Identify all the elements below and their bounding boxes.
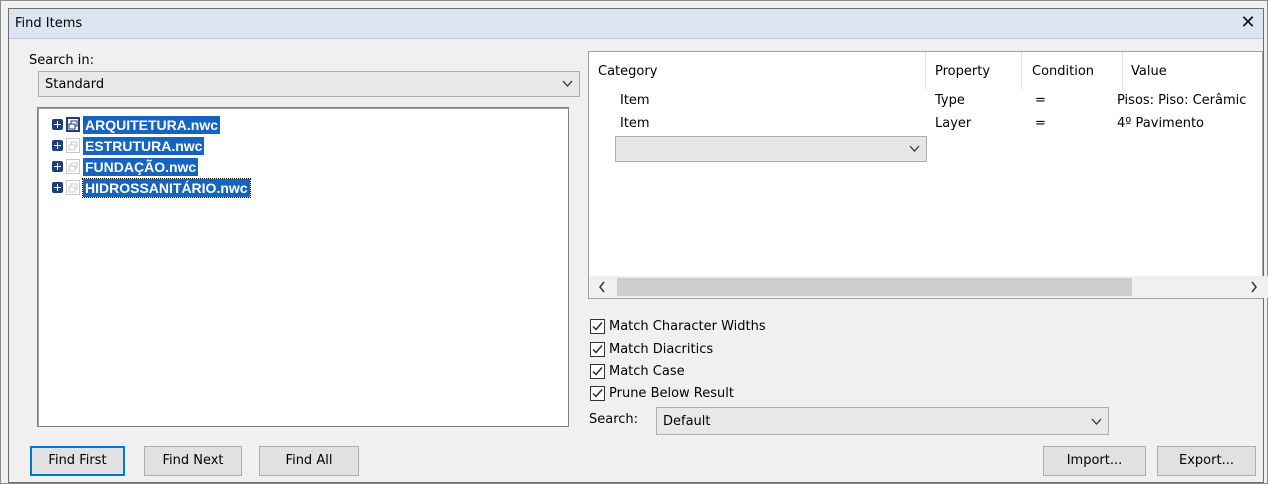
model-file-icon	[66, 138, 80, 153]
window-title: Find Items	[15, 16, 83, 31]
find-first-button[interactable]: Find First	[30, 446, 125, 476]
find-next-button[interactable]: Find Next	[144, 446, 242, 476]
match-diacritics-checkbox[interactable]	[590, 342, 605, 357]
column-header-condition[interactable]: Condition	[1032, 64, 1094, 79]
checkmark-icon	[592, 367, 603, 376]
row-condition[interactable]: =	[1035, 93, 1046, 108]
row-category[interactable]: Item	[620, 116, 650, 131]
tree-item-label[interactable]: HIDROSSANITÁRIO.nwc	[82, 178, 251, 198]
row-category[interactable]: Item	[620, 93, 650, 108]
horizontal-scrollbar[interactable]	[589, 276, 1268, 298]
find-items-window: Find Items ✕ Search in: Standard ARQUITE…	[0, 0, 1268, 484]
model-file-icon	[66, 159, 80, 174]
find-all-button[interactable]: Find All	[259, 446, 359, 476]
search-mode-label: Search:	[589, 412, 639, 427]
column-header-category[interactable]: Category	[598, 64, 657, 79]
chevron-down-icon	[909, 145, 920, 152]
tree-item-label[interactable]: ESTRUTURA.nwc	[83, 137, 205, 155]
expand-plus-icon[interactable]	[52, 119, 63, 130]
new-category-dropdown[interactable]	[615, 136, 927, 162]
close-icon: ✕	[1240, 12, 1256, 33]
tree-item-label[interactable]: ARQUITETURA.nwc	[83, 116, 220, 134]
column-divider	[1021, 52, 1022, 90]
match-character-widths-checkbox[interactable]	[590, 319, 605, 334]
search-mode-value: Default	[663, 414, 711, 429]
checkmark-icon	[592, 345, 603, 354]
row-property[interactable]: Layer	[935, 116, 971, 131]
title-bar: Find Items ✕	[9, 9, 1263, 39]
tree-item-label[interactable]: FUNDAÇÃO.nwc	[83, 158, 199, 176]
conditions-grid[interactable]: Category Property Condition Value Item T…	[588, 51, 1268, 299]
chevron-down-icon	[562, 80, 573, 87]
column-header-value[interactable]: Value	[1131, 64, 1167, 79]
selection-tree[interactable]: ARQUITETURA.nwc ESTRUTURA.nwc FUNDAÇÃO.n…	[37, 107, 569, 427]
checkmark-icon	[592, 322, 603, 331]
match-case-label[interactable]: Match Case	[609, 364, 685, 379]
match-case-checkbox[interactable]	[590, 364, 605, 379]
prune-below-result-checkbox[interactable]	[590, 386, 605, 401]
row-value[interactable]: 4º Pavimento	[1117, 116, 1204, 131]
prune-below-result-label[interactable]: Prune Below Result	[609, 386, 734, 401]
column-divider	[925, 52, 926, 90]
match-diacritics-label[interactable]: Match Diacritics	[609, 342, 713, 357]
expand-plus-icon[interactable]	[52, 140, 63, 151]
search-in-value: Standard	[45, 77, 105, 92]
close-button[interactable]: ✕	[1237, 13, 1259, 35]
scrollbar-thumb[interactable]	[617, 278, 1132, 296]
search-in-dropdown[interactable]: Standard	[38, 71, 580, 97]
expand-plus-icon[interactable]	[52, 182, 63, 193]
model-file-icon	[66, 117, 80, 132]
row-property[interactable]: Type	[935, 93, 965, 108]
expand-plus-icon[interactable]	[52, 161, 63, 172]
row-condition[interactable]: =	[1035, 116, 1046, 131]
chevron-down-icon	[1091, 418, 1102, 425]
search-in-label: Search in:	[29, 53, 95, 68]
import-button[interactable]: Import...	[1043, 446, 1146, 476]
search-mode-dropdown[interactable]: Default	[656, 407, 1109, 435]
export-button[interactable]: Export...	[1157, 446, 1256, 476]
column-header-property[interactable]: Property	[935, 64, 990, 79]
row-value[interactable]: Pisos: Piso: Cerâmic	[1117, 93, 1262, 108]
scroll-right-icon[interactable]	[1249, 280, 1259, 294]
scroll-left-icon[interactable]	[597, 280, 607, 294]
model-file-icon	[66, 180, 80, 195]
column-divider	[1122, 52, 1123, 90]
dialog-frame: Find Items ✕ Search in: Standard ARQUITE…	[8, 8, 1268, 483]
match-character-widths-label[interactable]: Match Character Widths	[609, 319, 766, 334]
checkmark-icon	[592, 389, 603, 398]
